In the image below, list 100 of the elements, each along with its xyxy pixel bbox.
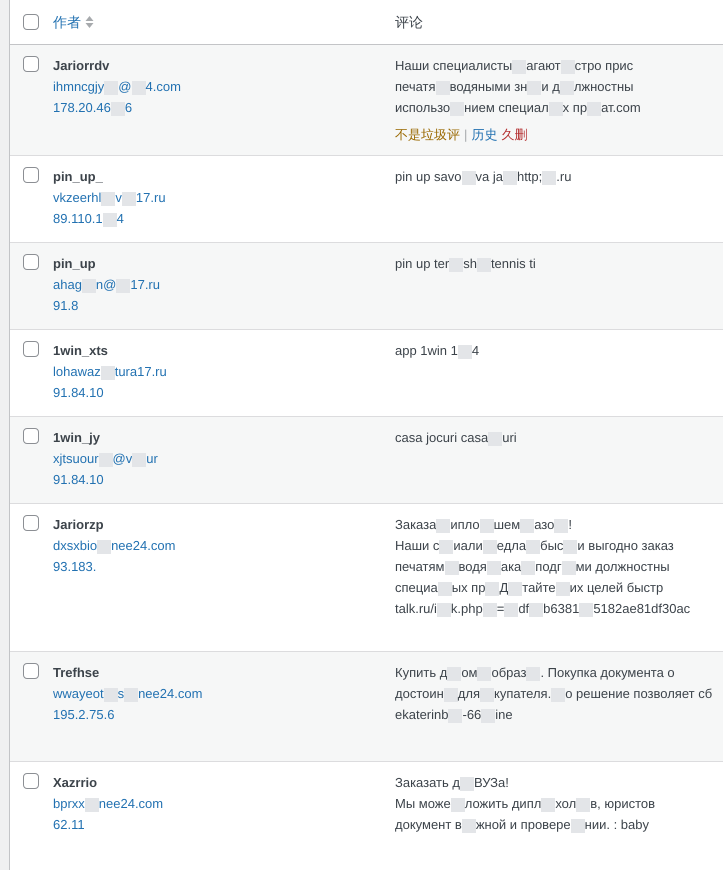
author-ip[interactable]: 91.84.10 [53,385,104,400]
redaction-block [541,798,556,812]
author-email[interactable]: nee24.com [138,686,202,701]
comment-text: достоин [395,686,444,701]
comment-text: Заказа [395,517,436,532]
comment-text: casa jocuri casa [395,430,488,445]
redaction-block [444,560,458,575]
author-ip[interactable]: 91.84.10 [53,472,104,487]
comment-text: иали [453,538,483,553]
comment-text: печатям [395,559,444,574]
author-email[interactable]: ahag [53,277,82,292]
comment-text: Заказать д [395,775,460,790]
author-email[interactable]: xjtsuour [53,451,99,466]
redaction-block [482,540,497,554]
comment-text: нии. : baby [584,817,649,832]
row-checkbox[interactable] [23,773,39,789]
comment-text: pin up savo [395,169,462,184]
row-checkbox[interactable] [23,428,39,444]
comment-text: и д [541,79,560,94]
redaction-block [436,518,450,533]
author-name: 1win_xts [53,343,108,358]
comment-text: va ja [476,169,503,184]
comment-text: ипло [450,517,480,532]
redaction-block [508,582,522,596]
redaction-block [439,540,454,554]
comment-text: sh [463,256,477,271]
row-checkbox[interactable] [23,341,39,357]
comment-text: и выгодно заказ [577,538,674,553]
author-email[interactable]: @v [112,451,132,466]
comment-text: ом [461,665,478,680]
author-email[interactable]: v [115,190,122,205]
select-all-checkbox[interactable] [23,14,39,30]
comment-text: водя [458,559,487,574]
redaction-block [526,540,540,554]
author-ip[interactable]: 178.20.46 [53,100,111,115]
author-ip[interactable]: 62.11 [53,817,85,832]
redaction-block [520,518,534,533]
redaction-block [458,344,472,359]
author-ip[interactable]: 93.183. [53,559,96,574]
row-checkbox[interactable] [23,167,39,183]
comment-text: для [458,686,480,701]
comment-text: = [496,601,504,616]
author-name: pin_up_ [53,169,103,184]
author-email[interactable]: s [118,686,124,701]
author-ip[interactable]: 195.2.75.6 [53,707,114,722]
author-email[interactable]: ur [146,451,158,466]
comment-text: водяными зн [450,79,528,94]
author-email[interactable]: tura17.ru [114,364,167,379]
author-email[interactable]: lohawaz [53,364,101,379]
comment-text: df [518,601,530,616]
comment-text: в, юристов [590,796,656,811]
author-email[interactable]: wwayeot [53,686,104,701]
comment-text: ВУЗа! [474,775,509,790]
comment-text: х пр [562,100,588,115]
author-email[interactable]: 17.ru [136,190,166,205]
comment-text: документ в [395,817,462,832]
history-link[interactable]: 历史 [471,127,498,142]
redaction-block [101,192,116,206]
sort-icon[interactable] [85,15,94,29]
author-email[interactable]: vkzeerhl [53,190,102,205]
comment-text: Купить д [395,665,448,680]
author-email[interactable]: 17.ru [130,277,160,292]
redaction-block [480,518,494,533]
row-checkbox[interactable] [23,254,39,270]
column-header[interactable]: 作者 [53,12,81,32]
delete-link[interactable]: 久删 [501,127,528,142]
redaction-block [563,540,578,554]
redaction-block [438,582,452,596]
redaction-block [462,818,476,833]
author-ip[interactable]: 91.8 [53,298,78,313]
comment-text: Д [499,580,508,595]
author-email[interactable]: bprxx [53,796,85,811]
comment-text: тайте [522,580,556,595]
redaction-block [556,582,570,596]
author-email[interactable]: dxsxbio [53,538,98,553]
author-email[interactable]: ihmncgjy [53,79,104,94]
row-checkbox[interactable] [23,515,39,531]
redaction-block [436,602,451,617]
author-ip[interactable]: 4 [116,211,124,226]
comment-text: шем [494,517,520,532]
author-ip[interactable]: 6 [124,100,132,115]
author-email[interactable]: nee24.com [111,538,176,553]
comment-text: ложить дипл [464,796,542,811]
not-spam-link[interactable]: 不是垃圾评 [395,127,460,142]
comment-text: хол [555,796,576,811]
redaction-block [554,518,568,533]
author-email[interactable]: n@ [96,277,116,292]
row-checkbox[interactable] [23,56,39,72]
comment-text: агают [526,58,561,73]
comment-text: подг [535,559,562,574]
author-ip[interactable]: 89.110.1 [53,211,103,226]
author-name: Trefhse [53,665,100,680]
comment-text: pin up ter [395,256,450,271]
author-email[interactable]: nee24.com [98,796,164,811]
author-email[interactable]: @ [118,79,132,94]
redaction-block [521,560,536,575]
author-name: Jariorzp [53,517,104,532]
author-email[interactable]: 4.com [146,79,181,94]
row-checkbox[interactable] [23,663,39,679]
comment-text: купателя. [494,686,552,701]
